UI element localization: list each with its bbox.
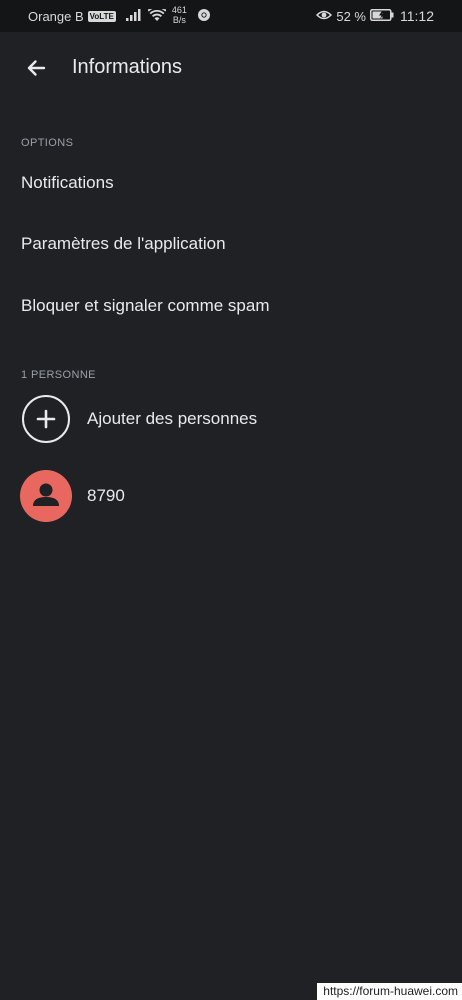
- volte-badge: VoLTE: [87, 11, 116, 22]
- network-speed-unit: B/s: [172, 14, 186, 25]
- people-section-header: 1 PERSONNE: [21, 369, 96, 381]
- notifications-label: Notifications: [21, 173, 114, 192]
- status-bar: Orange B VoLTE 461 B/s 52 % 11:12: [0, 0, 462, 32]
- network-speed: 461 B/s: [172, 5, 187, 25]
- eye-comfort-icon: [316, 9, 333, 24]
- back-button[interactable]: [18, 50, 54, 86]
- app-settings-item[interactable]: Paramètres de l'application: [0, 216, 462, 272]
- screen: Orange B VoLTE 461 B/s 52 % 11:12 Inform…: [0, 0, 462, 1000]
- add-people-label: Ajouter des personnes: [87, 409, 258, 428]
- list-item-person[interactable]: 8790: [0, 464, 462, 528]
- plus-icon: [22, 395, 70, 443]
- chrome-icon: [197, 8, 211, 25]
- wifi-icon: [147, 5, 167, 25]
- signal-icon: [125, 9, 142, 24]
- avatar-wrap: [20, 470, 72, 522]
- carrier-name: Orange B: [28, 9, 84, 24]
- page-title: Informations: [72, 56, 183, 78]
- person-icon: [33, 483, 59, 506]
- block-report-spam-label: Bloquer et signaler comme spam: [21, 296, 270, 315]
- arrow-back-icon: [27, 60, 46, 76]
- block-report-spam-item[interactable]: Bloquer et signaler comme spam: [0, 278, 462, 334]
- battery-percent: 52 %: [336, 8, 366, 24]
- notifications-item[interactable]: Notifications: [0, 155, 462, 211]
- person-name: 8790: [87, 486, 125, 505]
- network-speed-value: 461: [171, 4, 187, 15]
- app-settings-label: Paramètres de l'application: [21, 234, 226, 253]
- options-section-header: OPTIONS: [21, 137, 74, 149]
- clock: 11:12: [400, 8, 434, 24]
- status-bar-right: 52 % 11:12: [312, 8, 434, 24]
- battery-charging-icon: [370, 8, 394, 24]
- status-bar-left: Orange B VoLTE 461 B/s: [28, 5, 211, 25]
- add-people-button[interactable]: Ajouter des personnes: [0, 387, 462, 451]
- app-bar: Informations: [0, 32, 462, 104]
- watermark: https://forum-huawei.com: [317, 983, 462, 1000]
- avatar: [20, 470, 72, 522]
- add-people-icon-wrap: [20, 393, 72, 445]
